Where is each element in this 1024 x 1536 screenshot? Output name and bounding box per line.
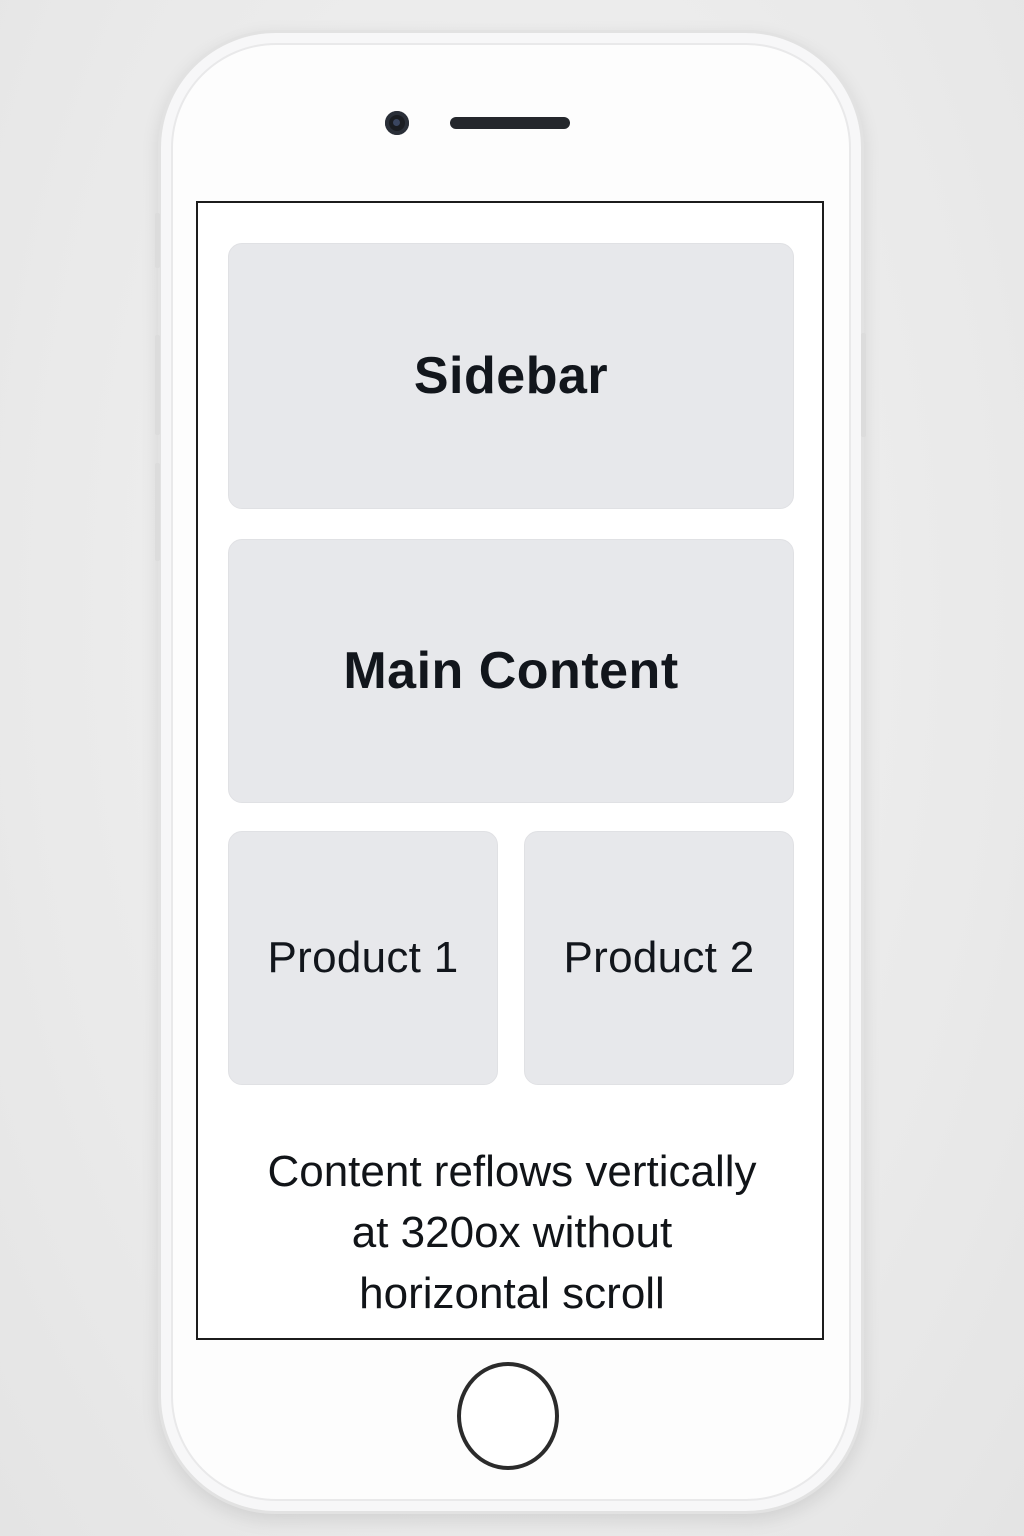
background: Sidebar Main Content Product 1 Product 2… [0, 0, 1024, 1536]
home-button-icon[interactable] [457, 1362, 559, 1470]
reflow-caption: Content reflows vertically at 320ox with… [228, 1141, 796, 1324]
sidebar-label: Sidebar [413, 347, 609, 405]
main-content-label: Main Content [343, 642, 679, 700]
caption-line: horizontal scroll [359, 1269, 665, 1318]
sidebar-panel[interactable]: Sidebar [228, 243, 794, 509]
product-label: Product 2 [563, 933, 755, 982]
product-card-2[interactable]: Product 2 [524, 831, 794, 1085]
volume-down-button [155, 463, 160, 561]
front-camera-icon [385, 111, 409, 135]
earpiece-speaker-icon [450, 117, 570, 129]
caption-line: Content reflows vertically [267, 1147, 757, 1196]
caption-line: at 320ox without [351, 1208, 673, 1257]
power-button [861, 333, 866, 437]
volume-up-button [155, 335, 160, 435]
phone-screen: Sidebar Main Content Product 1 Product 2… [196, 201, 824, 1340]
product-card-1[interactable]: Product 1 [228, 831, 498, 1085]
mute-switch [155, 213, 160, 268]
main-content-panel[interactable]: Main Content [228, 539, 794, 803]
product-label: Product 1 [267, 933, 459, 982]
